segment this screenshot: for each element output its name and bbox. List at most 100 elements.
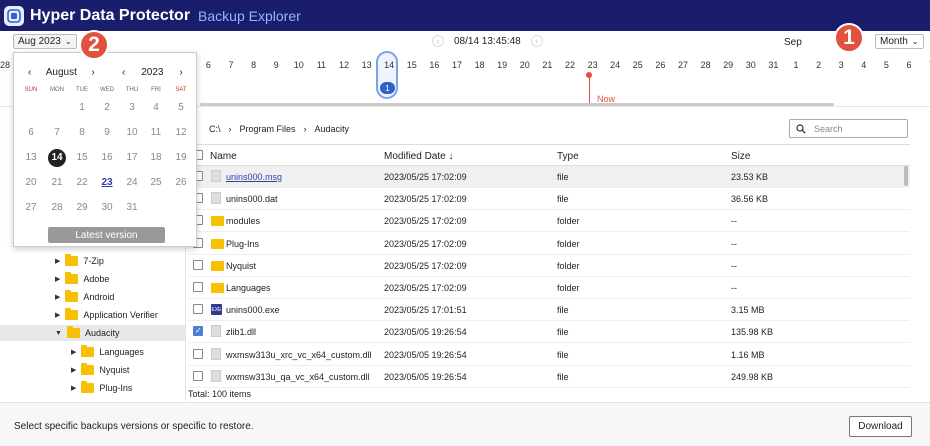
caret-down-icon[interactable]: ▼: [55, 330, 62, 337]
tree-item[interactable]: ▼ Audacity: [0, 325, 185, 342]
caret-right-icon[interactable]: ▶: [71, 384, 76, 392]
column-header-size[interactable]: Size: [731, 151, 750, 162]
column-header-type[interactable]: Type: [557, 151, 579, 162]
prev-year-icon[interactable]: ‹: [122, 67, 125, 78]
timeline-day[interactable]: 7: [221, 60, 241, 70]
calendar-day[interactable]: 5: [169, 99, 193, 117]
row-checkbox[interactable]: [193, 348, 203, 359]
column-header-name[interactable]: Name: [210, 151, 237, 162]
prev-month-icon[interactable]: ‹: [28, 67, 31, 78]
calendar-day[interactable]: 13: [19, 149, 43, 167]
timeline-day[interactable]: 20: [515, 60, 535, 70]
table-row[interactable]: unins000.msg 2023/05/25 17:02:09 file 23.53…: [188, 166, 910, 188]
row-checkbox[interactable]: [193, 326, 203, 337]
caret-right-icon[interactable]: ▶: [71, 366, 76, 374]
row-checkbox[interactable]: [193, 304, 203, 315]
calendar-day[interactable]: 2: [95, 99, 119, 117]
caret-right-icon[interactable]: ▶: [55, 257, 60, 265]
calendar-day[interactable]: 17: [120, 149, 144, 167]
calendar-day[interactable]: 30: [95, 199, 119, 217]
calendar-day[interactable]: 8: [70, 124, 94, 142]
table-scrollbar[interactable]: [904, 166, 908, 186]
timeline-day[interactable]: 17: [447, 60, 467, 70]
view-mode-dropdown[interactable]: Month ⌄: [875, 34, 924, 49]
timeline-day[interactable]: 1: [786, 60, 806, 70]
month-selector-dropdown[interactable]: Aug 2023 ⌄: [13, 34, 77, 49]
tree-item[interactable]: ▶ Languages: [0, 344, 185, 360]
breadcrumb-item[interactable]: C:\: [209, 124, 221, 134]
timeline-day[interactable]: 7: [922, 60, 930, 70]
table-row[interactable]: zlib1.dll 2023/05/05 19:26:54 file 135.98 K…: [188, 321, 910, 344]
tree-item[interactable]: ▶ Plug-Ins: [0, 380, 185, 396]
table-row[interactable]: Plug-Ins 2023/05/25 17:02:09 folder --: [188, 233, 910, 255]
calendar-day[interactable]: 9: [95, 124, 119, 142]
calendar-day[interactable]: 7: [45, 124, 69, 142]
calendar-day[interactable]: 27: [19, 199, 43, 217]
breadcrumb-item[interactable]: Audacity: [315, 124, 350, 134]
table-row[interactable]: wxmsw313u_xrc_vc_x64_custom.dll 2023/05/0…: [188, 344, 910, 366]
calendar-day[interactable]: 26: [169, 174, 193, 192]
calendar-day[interactable]: 31: [120, 199, 144, 217]
timeline-day[interactable]: 19: [492, 60, 512, 70]
tree-item[interactable]: ▶ Adobe: [0, 271, 185, 287]
timeline-day[interactable]: 8: [244, 60, 264, 70]
calendar-day[interactable]: 21: [45, 174, 69, 192]
caret-right-icon[interactable]: ▶: [71, 348, 76, 356]
calendar-day[interactable]: 4: [144, 99, 168, 117]
tree-item[interactable]: ▶ Android: [0, 289, 185, 305]
next-year-icon[interactable]: ›: [179, 67, 182, 78]
timeline-day[interactable]: 22: [560, 60, 580, 70]
timeline-day[interactable]: 18: [470, 60, 490, 70]
calendar-day[interactable]: 19: [169, 149, 193, 167]
calendar-day[interactable]: 18: [144, 149, 168, 167]
calendar-day[interactable]: 1: [70, 99, 94, 117]
calendar-day[interactable]: 12: [169, 124, 193, 142]
caret-right-icon[interactable]: ▶: [55, 311, 60, 319]
timeline-day[interactable]: 9: [266, 60, 286, 70]
calendar-day[interactable]: 15: [70, 149, 94, 167]
timeline-day[interactable]: 14: [379, 60, 399, 70]
table-row[interactable]: Nyquist 2023/05/25 17:02:09 folder --: [188, 255, 910, 277]
timeline-day[interactable]: 10: [289, 60, 309, 70]
row-checkbox[interactable]: [193, 370, 203, 381]
row-checkbox[interactable]: [193, 282, 203, 292]
timeline-scrollbar[interactable]: [200, 103, 834, 106]
latest-version-button[interactable]: Latest version: [48, 227, 165, 243]
timeline-day[interactable]: 4: [854, 60, 874, 70]
calendar-day[interactable]: 24: [120, 174, 144, 192]
timeline-day[interactable]: 5: [876, 60, 896, 70]
timeline-day[interactable]: 3: [831, 60, 851, 70]
timeline-day[interactable]: 26: [650, 60, 670, 70]
breadcrumb-item[interactable]: Program Files: [240, 124, 296, 134]
timeline-day[interactable]: 27: [673, 60, 693, 70]
calendar-day[interactable]: 23: [95, 174, 119, 192]
timeline-day[interactable]: 6: [198, 60, 218, 70]
calendar-day[interactable]: 11: [144, 124, 168, 142]
calendar-day[interactable]: 14: [48, 149, 66, 167]
timeline-day[interactable]: 15: [402, 60, 422, 70]
column-header-modified[interactable]: Modified Date ↓: [384, 151, 453, 162]
next-arrow-icon[interactable]: ›: [530, 35, 543, 47]
table-row[interactable]: unins000.dat 2023/05/25 17:02:09 file 36.56…: [188, 188, 910, 211]
calendar-day[interactable]: 25: [144, 174, 168, 192]
tree-item[interactable]: ▶ 7-Zip: [0, 253, 185, 269]
calendar-day[interactable]: 29: [70, 199, 94, 217]
calendar-day[interactable]: 3: [120, 99, 144, 117]
calendar-day[interactable]: 16: [95, 149, 119, 167]
timeline-day[interactable]: 23: [583, 60, 603, 70]
timeline-day[interactable]: 31: [763, 60, 783, 70]
timeline-day[interactable]: 2: [809, 60, 829, 70]
table-row[interactable]: wxmsw313u_qa_vc_x64_custom.dll 2023/05/05…: [188, 366, 910, 388]
timeline-day[interactable]: 25: [628, 60, 648, 70]
prev-arrow-icon[interactable]: ‹: [432, 35, 444, 47]
timeline-day[interactable]: 16: [424, 60, 444, 70]
calendar-day[interactable]: 6: [19, 124, 43, 142]
calendar-day[interactable]: 28: [45, 199, 69, 217]
row-checkbox[interactable]: [193, 259, 203, 270]
tree-item[interactable]: ▶ Nyquist: [0, 362, 185, 378]
download-button[interactable]: Download: [849, 416, 912, 437]
timeline-day[interactable]: 28: [696, 60, 716, 70]
timeline-day[interactable]: 30: [741, 60, 761, 70]
search-input[interactable]: Search: [789, 119, 908, 138]
timeline-day[interactable]: 24: [605, 60, 625, 70]
